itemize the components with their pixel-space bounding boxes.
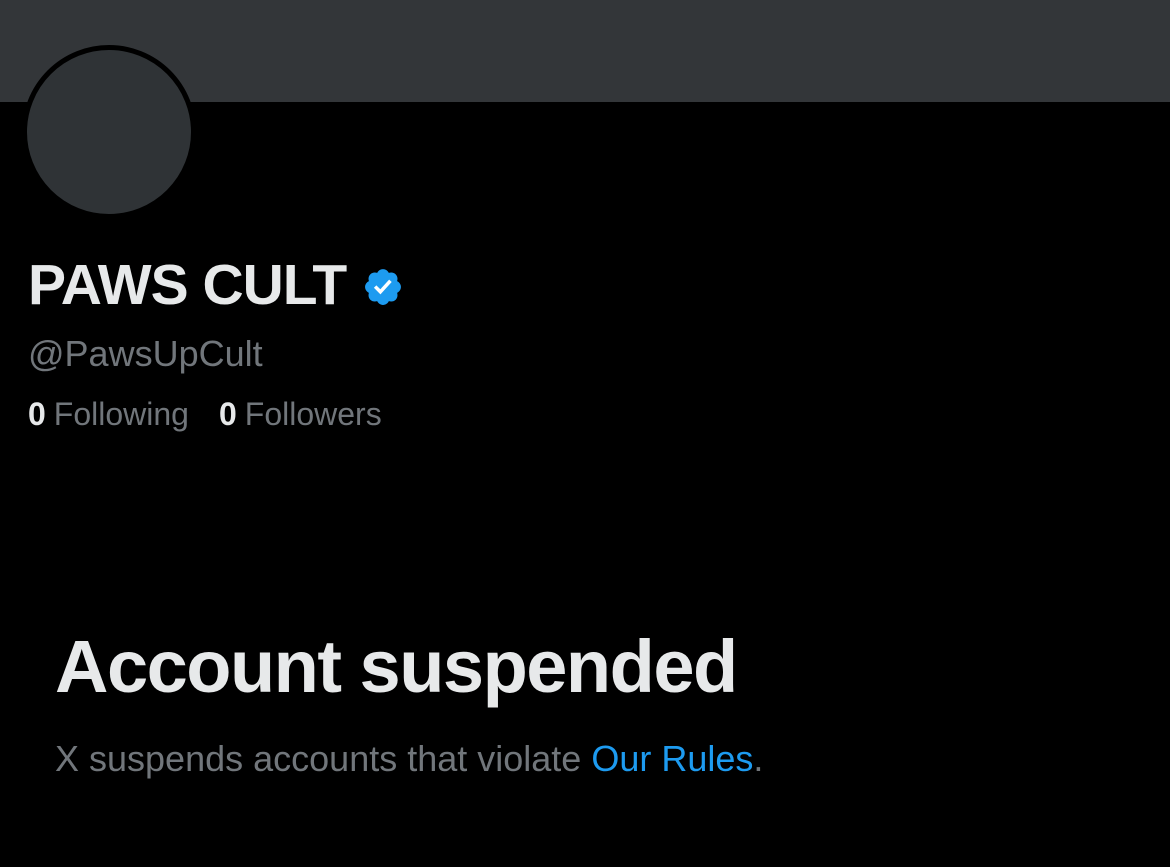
followers-stat[interactable]: 0 Followers [219, 396, 382, 433]
avatar [22, 45, 196, 219]
display-name: PAWS CULT [28, 253, 347, 317]
our-rules-link[interactable]: Our Rules [591, 738, 753, 779]
followers-label: Followers [244, 396, 382, 432]
suspended-message-suffix: . [753, 738, 764, 779]
suspended-title: Account suspended [55, 625, 738, 708]
profile-name-row: PAWS CULT [28, 252, 404, 318]
following-stat[interactable]: 0 Following [28, 396, 189, 433]
following-count: 0 [28, 396, 46, 432]
following-label: Following [53, 396, 189, 432]
verified-badge-icon[interactable] [362, 266, 404, 308]
profile-handle: @PawsUpCult [28, 333, 263, 374]
suspended-message: X suspends accounts that violate Our Rul… [55, 738, 763, 780]
suspended-message-text: X suspends accounts that violate [55, 738, 592, 779]
followers-count: 0 [218, 396, 237, 432]
profile-stats: 0 Following 0 Followers [28, 396, 412, 433]
